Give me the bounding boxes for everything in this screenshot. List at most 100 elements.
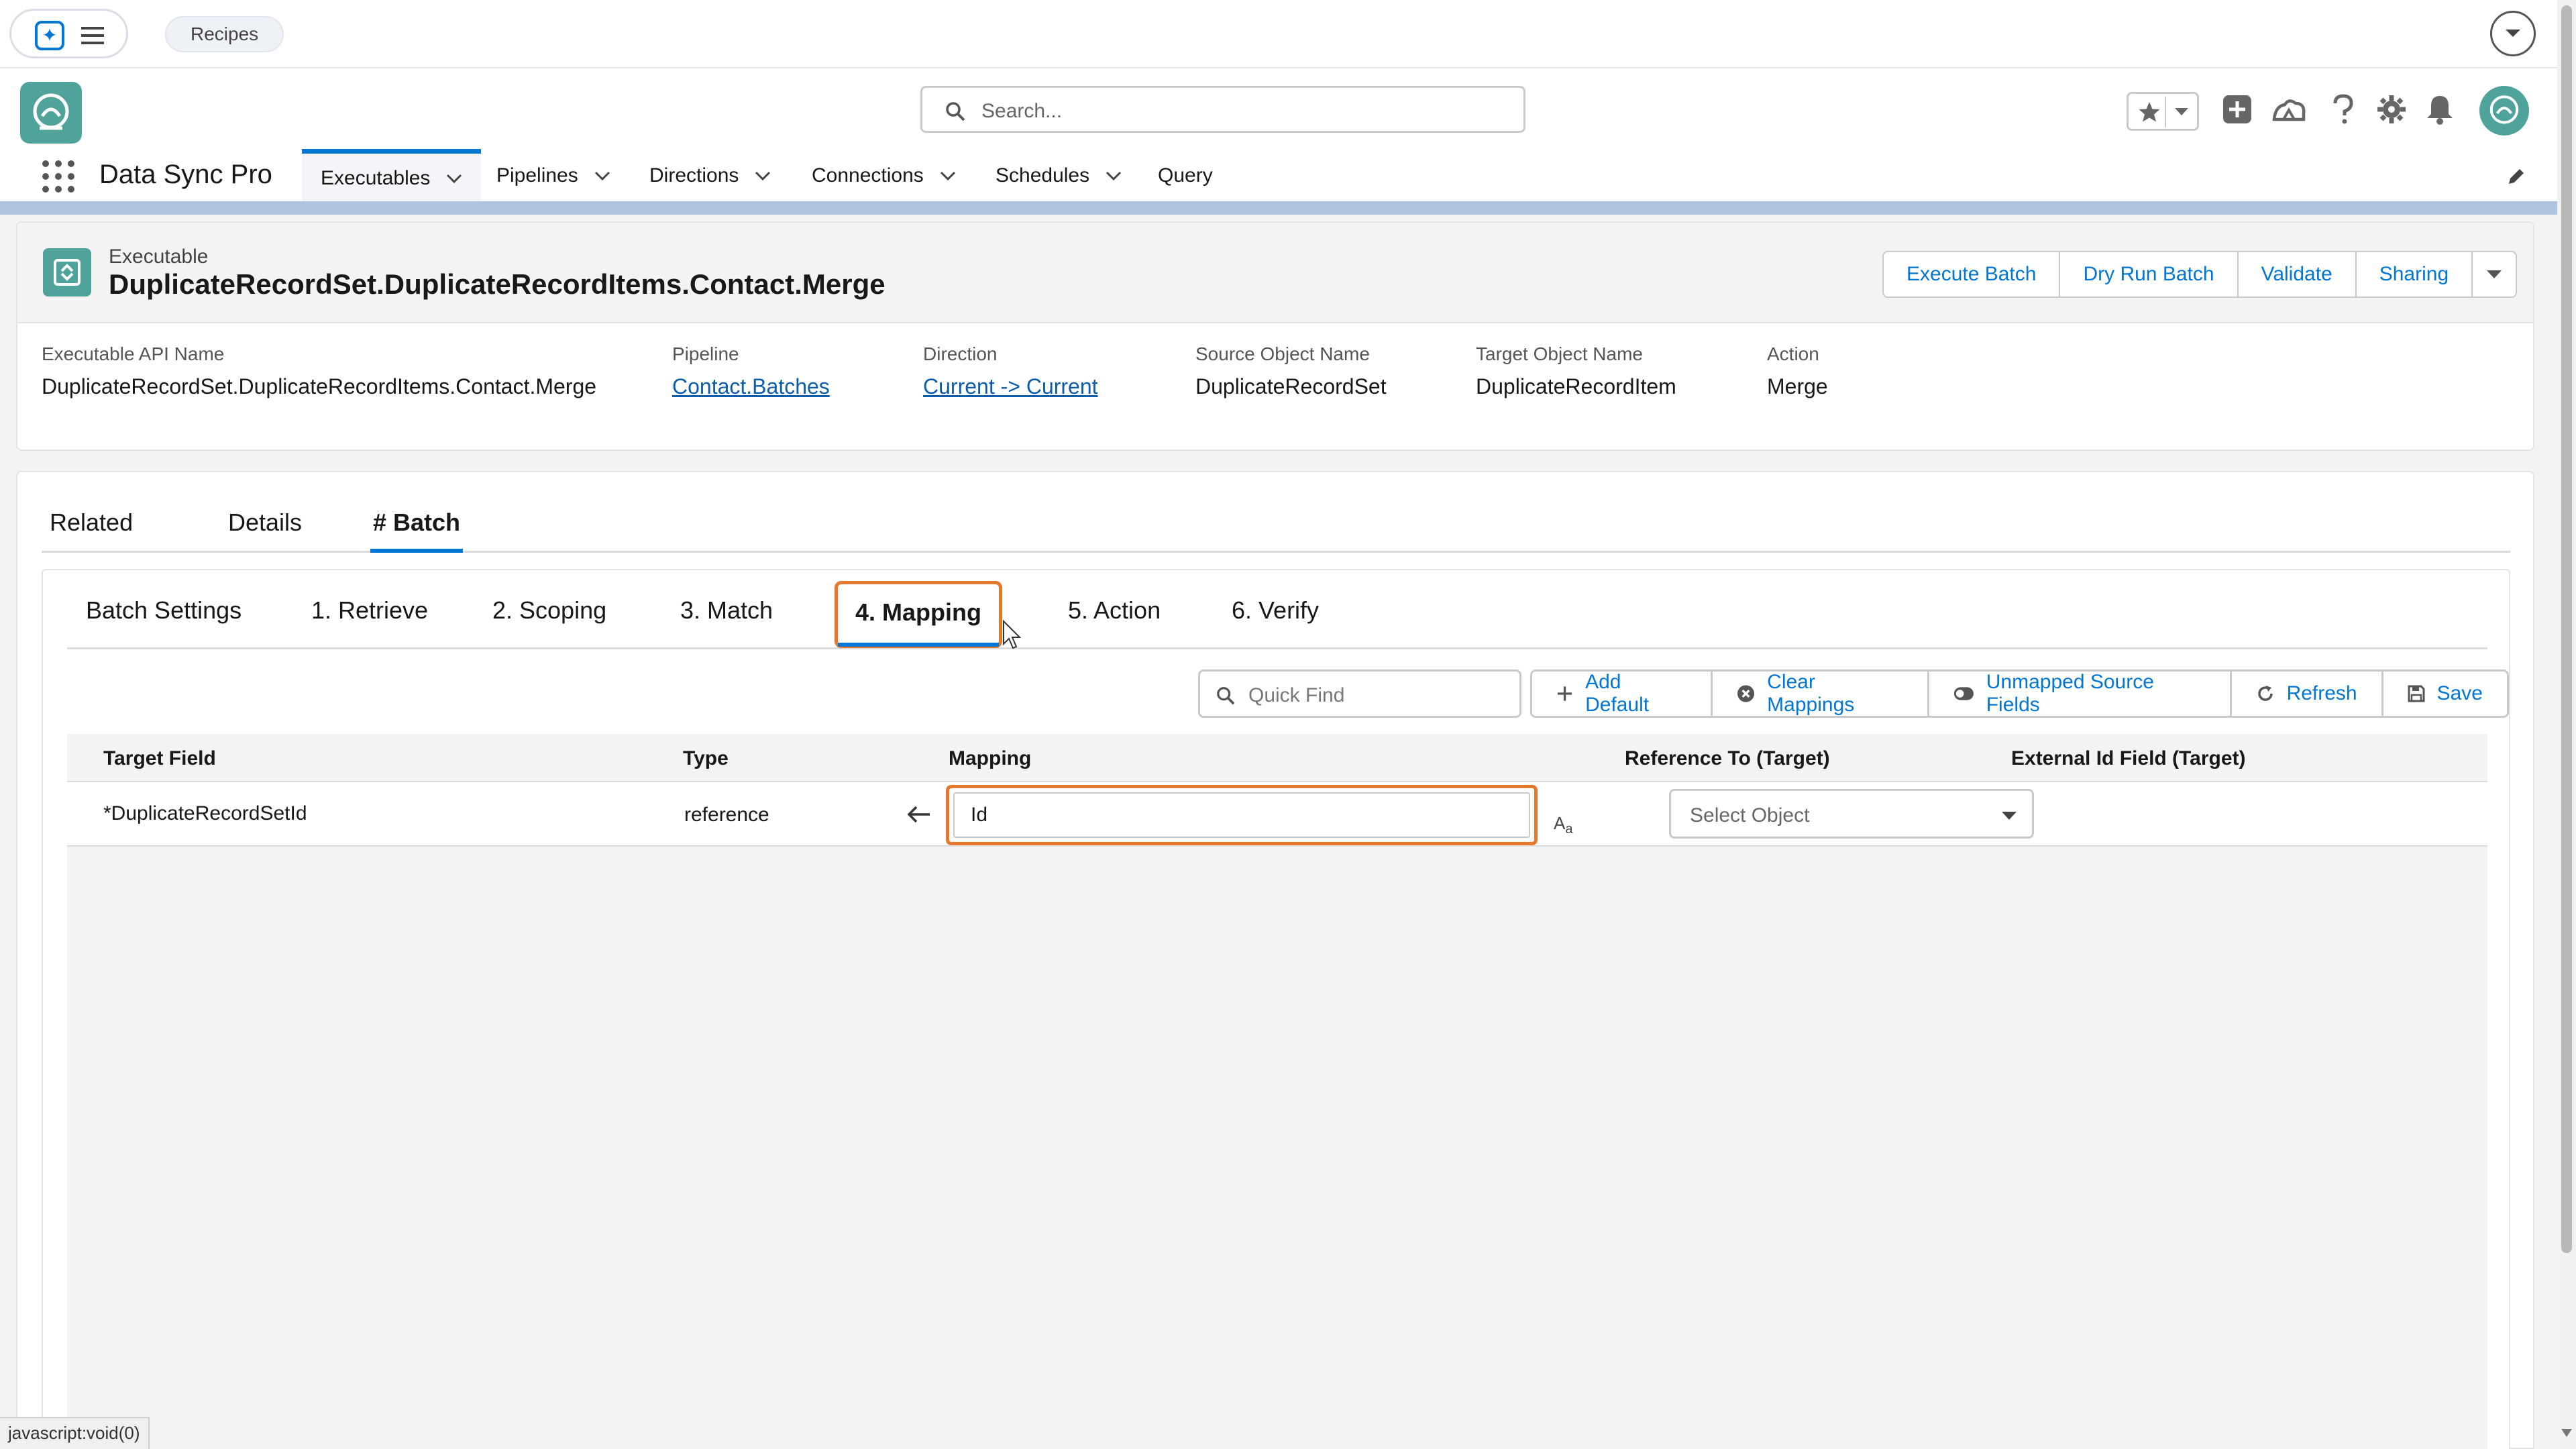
- field-label: Source Object Name: [1195, 343, 1370, 364]
- save-button[interactable]: Save: [2381, 669, 2509, 718]
- record-actions: Execute Batch Dry Run Batch Validate Sha…: [1882, 251, 2518, 298]
- tab-scoping[interactable]: 2. Scoping: [492, 590, 606, 648]
- save-icon: [2408, 685, 2425, 702]
- nav-item-pipelines[interactable]: Pipelines: [496, 149, 610, 203]
- refresh-icon: [2257, 686, 2273, 701]
- help-icon[interactable]: [2332, 94, 2355, 125]
- nav-item-query[interactable]: Query: [1158, 149, 1213, 203]
- column-header-type: Type: [683, 747, 729, 769]
- nav-item-label: Connections: [812, 164, 924, 186]
- trailhead-icon[interactable]: [2271, 97, 2306, 123]
- button-label: Clear Mappings: [1767, 671, 1855, 716]
- table-empty-area: [67, 847, 2487, 1449]
- recipes-tab[interactable]: Recipes: [165, 16, 284, 52]
- more-actions-button[interactable]: [2471, 251, 2518, 298]
- nav-item-label: Executables: [321, 166, 431, 189]
- quick-find-input[interactable]: Quick Find: [1198, 669, 1521, 718]
- scrollbar-thumb[interactable]: [2561, 5, 2572, 1253]
- formula-toggle-icon[interactable]: Aa: [1554, 813, 1572, 837]
- nav-item-label: Schedules: [996, 164, 1090, 186]
- nav-item-schedules[interactable]: Schedules: [996, 149, 1122, 203]
- menu-icon: [81, 27, 104, 44]
- browser-dropdown-button[interactable]: [2490, 11, 2536, 56]
- execute-batch-button[interactable]: Execute Batch: [1882, 251, 2061, 298]
- field-value: Merge: [1767, 374, 1828, 398]
- chevron-down-icon[interactable]: [755, 171, 771, 180]
- tab-related[interactable]: Related: [50, 498, 133, 553]
- validate-button[interactable]: Validate: [2237, 251, 2357, 298]
- mapping-input-highlight: Id: [946, 785, 1538, 845]
- column-header-target-field: Target Field: [103, 747, 216, 769]
- chevron-down-icon: [2506, 30, 2520, 37]
- record-type-label: Executable: [109, 246, 209, 268]
- table-row: *DuplicateRecordSetId reference Id Aa Se…: [67, 782, 2487, 847]
- tab-match[interactable]: 3. Match: [680, 590, 773, 648]
- chevron-down-icon: [2175, 108, 2188, 115]
- favorites-button-group[interactable]: [2127, 92, 2199, 131]
- button-label: Add Default: [1585, 671, 1650, 716]
- direction-link[interactable]: Current -> Current: [923, 374, 1098, 399]
- field-source-object-name: Source Object Name DuplicateRecordSet: [1195, 343, 1387, 399]
- tab-action[interactable]: 5. Action: [1068, 590, 1161, 648]
- tab-batch[interactable]: # Batch: [370, 498, 464, 553]
- toggle-icon: [1953, 687, 1974, 700]
- nav-item-connections[interactable]: Connections: [812, 149, 956, 203]
- global-header: Search... Data Sync Pro Executables Pipe…: [0, 67, 2557, 203]
- arrow-left-icon: [907, 806, 930, 823]
- field-label: Action: [1767, 343, 1819, 364]
- record-tabs: Related Details # Batch: [42, 498, 2510, 553]
- nav-item-label: Directions: [649, 164, 739, 186]
- field-value: DuplicateRecordSet: [1195, 374, 1387, 398]
- scroll-down-arrow[interactable]: [2561, 1429, 2572, 1437]
- gear-icon[interactable]: [2376, 94, 2407, 125]
- tab-mapping[interactable]: 4. Mapping: [835, 581, 1002, 648]
- dry-run-batch-button[interactable]: Dry Run Batch: [2059, 251, 2239, 298]
- tab-verify[interactable]: 6. Verify: [1232, 590, 1319, 648]
- field-direction: Direction Current -> Current: [923, 343, 1098, 399]
- chevron-down-icon[interactable]: [594, 171, 610, 180]
- search-placeholder: Search...: [981, 100, 1063, 122]
- field-label: Direction: [923, 343, 998, 364]
- nav-item-label: Query: [1158, 164, 1213, 186]
- plus-icon: [1557, 686, 1572, 701]
- clear-mappings-button[interactable]: Clear Mappings: [1711, 669, 1929, 718]
- field-pipeline: Pipeline Contact.Batches: [672, 343, 830, 399]
- field-executable-api-name: Executable API Name DuplicateRecordSet.D…: [42, 343, 596, 399]
- tab-details[interactable]: Details: [228, 498, 302, 553]
- chevron-down-icon[interactable]: [1106, 171, 1122, 180]
- chevron-down-icon[interactable]: [940, 171, 956, 180]
- batch-step-tabs: Batch Settings 1. Retrieve 2. Scoping 3.…: [67, 570, 2487, 649]
- mapping-input[interactable]: Id: [953, 792, 1530, 838]
- global-search-input[interactable]: Search...: [920, 86, 1525, 133]
- page-scrollbar[interactable]: [2557, 0, 2576, 1449]
- nav-item-label: Pipelines: [496, 164, 578, 186]
- chevron-down-icon: [2487, 270, 2502, 278]
- user-avatar[interactable]: [2479, 86, 2529, 136]
- chevron-down-icon: [2002, 812, 2017, 820]
- field-value: DuplicateRecordSet.DuplicateRecordItems.…: [42, 374, 597, 398]
- nav-item-directions[interactable]: Directions: [649, 149, 771, 203]
- pencil-icon[interactable]: [2506, 166, 2526, 186]
- sharing-button[interactable]: Sharing: [2355, 251, 2473, 298]
- mapping-toolbar: Quick Find Add Default Clear Mappings Un…: [43, 669, 2509, 718]
- field-label: Target Object Name: [1476, 343, 1643, 364]
- plus-icon[interactable]: [2222, 94, 2253, 125]
- refresh-button[interactable]: Refresh: [2229, 669, 2383, 718]
- column-header-mapping: Mapping: [949, 747, 1032, 769]
- button-label: Unmapped Source Fields: [1986, 671, 2154, 716]
- nav-item-executables[interactable]: Executables: [302, 149, 482, 203]
- pipeline-link[interactable]: Contact.Batches: [672, 374, 830, 399]
- add-default-button[interactable]: Add Default: [1530, 669, 1713, 718]
- app-switcher-pill[interactable]: ✦: [9, 9, 128, 58]
- reference-to-select[interactable]: Select Object: [1669, 789, 2034, 839]
- org-logo[interactable]: [20, 82, 82, 144]
- elephant-logo-icon: [2489, 95, 2519, 124]
- field-label: Pipeline: [672, 343, 739, 364]
- unmapped-source-fields-button[interactable]: Unmapped Source Fields: [1927, 669, 2232, 718]
- tab-retrieve[interactable]: 1. Retrieve: [311, 590, 428, 648]
- chevron-down-icon[interactable]: [446, 174, 462, 183]
- status-bar-url: javascript:void(0): [0, 1417, 150, 1449]
- tab-batch-settings[interactable]: Batch Settings: [86, 590, 241, 648]
- app-launcher-icon[interactable]: [42, 160, 75, 193]
- bell-icon[interactable]: [2426, 94, 2454, 125]
